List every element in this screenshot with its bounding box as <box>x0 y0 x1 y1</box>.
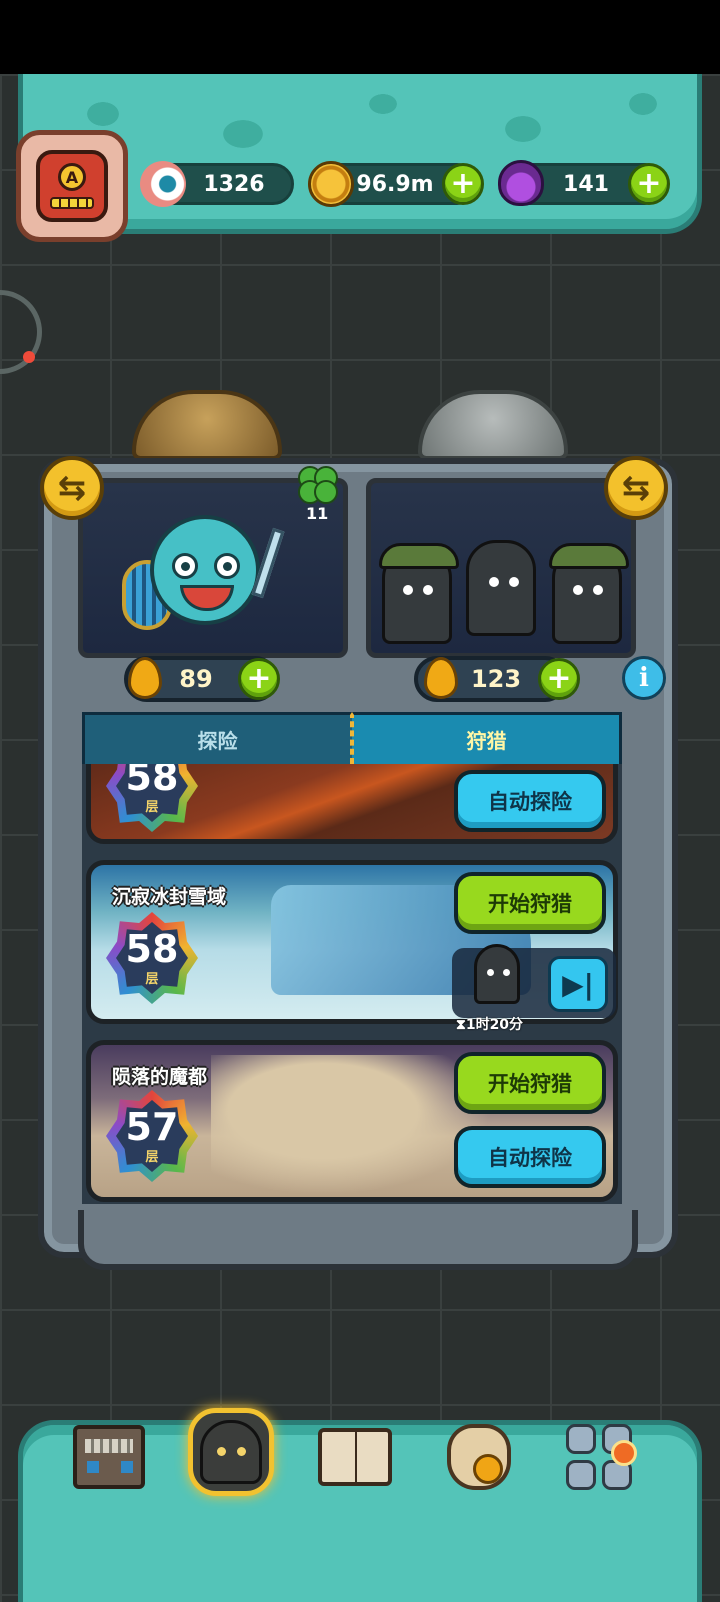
stage-title: 沉寂冰封雪域 <box>112 886 227 908</box>
floor-unit: 层 <box>145 971 159 987</box>
auto-explore-button[interactable]: 自动探险 <box>454 770 606 832</box>
player-avatar[interactable]: A <box>16 130 128 242</box>
floor-badge: 58 层 <box>106 912 198 1004</box>
machine-frame-base <box>78 1210 638 1270</box>
enemy-monster[interactable] <box>466 540 536 636</box>
enemy-eye <box>509 577 519 587</box>
monster-icon <box>200 1420 262 1484</box>
clover-count: 11 <box>306 504 329 523</box>
right-energy-value: 123 <box>470 665 522 693</box>
left-energy-value: 89 <box>179 665 213 693</box>
auto-explore-button[interactable]: 自动探险 <box>454 1126 606 1188</box>
enemy-monster[interactable] <box>549 543 629 644</box>
start-hunt-button[interactable]: 开始狩猎 <box>454 872 606 934</box>
bag-icon <box>447 1424 511 1490</box>
coin-icon <box>308 161 354 207</box>
eyeball-icon <box>140 161 186 207</box>
skip-hunt-button[interactable]: ▶| <box>548 956 608 1012</box>
tab-hunt[interactable]: 狩猎 <box>352 712 622 764</box>
start-hunt-button[interactable]: 开始狩猎 <box>454 1052 606 1114</box>
slime-eye-left <box>172 553 198 579</box>
status-bar <box>0 0 720 74</box>
avatar-teeth <box>50 197 94 209</box>
gold-count: 96.9m <box>356 171 434 197</box>
book-icon <box>318 1428 392 1486</box>
floor-number: 57 <box>125 1104 179 1149</box>
add-left-energy-button[interactable]: + <box>238 658 280 700</box>
enemy-eye <box>503 969 510 976</box>
add-potion-button[interactable]: + <box>628 163 670 205</box>
enemy-monster[interactable] <box>379 543 459 644</box>
floor-badge: 57 层 <box>106 1090 198 1182</box>
mode-tabs-overlay: 探险 狩猎 <box>82 712 622 764</box>
tab-explore[interactable]: 探险 <box>82 712 352 764</box>
floor-unit: 层 <box>145 799 159 815</box>
hero-slime[interactable] <box>150 515 260 625</box>
enemy-eye <box>593 585 603 595</box>
notification-dot <box>611 1440 637 1466</box>
add-right-energy-button[interactable]: + <box>538 658 580 700</box>
add-gold-button[interactable]: + <box>442 163 484 205</box>
stage-title: 陨落的魔都 <box>112 1066 208 1088</box>
hunt-timer-value: 1时20分 <box>465 1017 524 1033</box>
enemy-eye <box>489 577 499 587</box>
slime-mouth <box>180 585 234 611</box>
floor-unit: 层 <box>145 1149 159 1165</box>
nav-monster[interactable] <box>188 1408 274 1496</box>
enemy-eye <box>403 585 413 595</box>
nav-book[interactable] <box>312 1414 398 1500</box>
enemy-eye <box>487 969 494 976</box>
info-button[interactable]: i <box>622 656 666 700</box>
rank-badge: A <box>58 163 86 191</box>
floor-number: 58 <box>125 926 179 971</box>
hunt-timer: ⧗1时20分 <box>456 1017 524 1033</box>
shop-icon <box>73 1425 145 1489</box>
swap-right-button[interactable]: ⇆ <box>604 456 668 520</box>
enemy-hat <box>379 543 459 569</box>
eyeball-count: 1326 <box>203 171 265 197</box>
nav-shop[interactable] <box>66 1414 152 1500</box>
potion-icon <box>498 160 544 206</box>
enemy-eye <box>573 585 583 595</box>
enemy-eye <box>423 585 433 595</box>
hunting-monster-icon <box>474 944 520 1004</box>
nav-bag[interactable] <box>436 1414 522 1500</box>
avatar-monster-icon: A <box>36 150 108 222</box>
slime-eye-right <box>214 553 240 579</box>
potion-count: 141 <box>563 171 609 197</box>
swap-left-button[interactable]: ⇆ <box>40 456 104 520</box>
enemy-hat <box>549 543 629 569</box>
